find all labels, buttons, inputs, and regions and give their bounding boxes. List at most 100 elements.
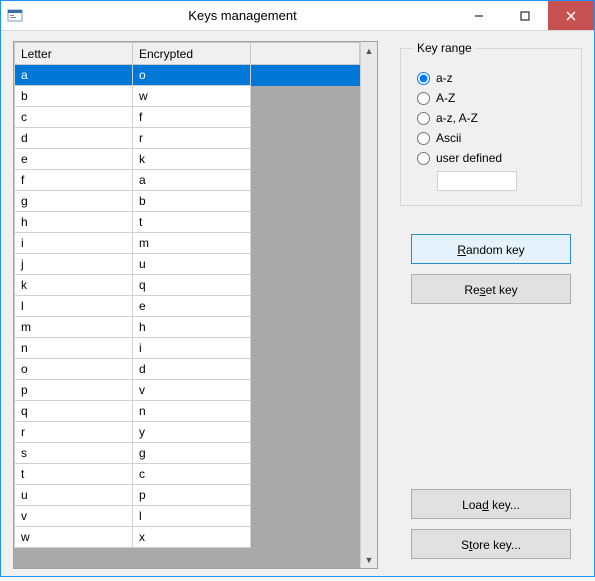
cell-letter[interactable]: k [15,275,133,296]
cell-encrypted[interactable]: n [133,401,251,422]
titlebar[interactable]: Keys management [1,1,594,31]
window-title: Keys management [29,1,456,30]
table-row[interactable]: ao [15,65,360,86]
cell-encrypted[interactable]: g [133,443,251,464]
radio-AZ-input[interactable] [417,92,430,105]
table-row[interactable]: wx [15,527,360,548]
radio-userdef[interactable]: user defined [417,151,565,165]
cell-letter[interactable]: t [15,464,133,485]
cell-letter[interactable]: r [15,422,133,443]
cell-letter[interactable]: a [15,65,133,86]
table-row[interactable]: up [15,485,360,506]
table-row[interactable]: ry [15,422,360,443]
column-header-letter[interactable]: Letter [15,43,133,65]
cell-letter[interactable]: n [15,338,133,359]
table-row[interactable]: od [15,359,360,380]
table-row[interactable]: sg [15,443,360,464]
radio-AZ[interactable]: A-Z [417,91,565,105]
cell-encrypted[interactable]: x [133,527,251,548]
cell-encrypted[interactable]: c [133,464,251,485]
cell-letter[interactable]: g [15,191,133,212]
cell-encrypted[interactable]: u [133,254,251,275]
cell-encrypted[interactable]: l [133,506,251,527]
radio-azAZ[interactable]: a-z, A-Z [417,111,565,125]
cell-letter[interactable]: i [15,233,133,254]
cell-letter[interactable]: s [15,443,133,464]
scroll-up-icon[interactable]: ▲ [361,42,377,59]
cell-letter[interactable]: l [15,296,133,317]
cell-encrypted[interactable]: d [133,359,251,380]
table-row[interactable]: le [15,296,360,317]
cell-encrypted[interactable]: e [133,296,251,317]
cell-letter[interactable]: h [15,212,133,233]
cell-letter[interactable]: c [15,107,133,128]
cell-encrypted[interactable]: r [133,128,251,149]
cell-letter[interactable]: j [15,254,133,275]
scroll-track[interactable] [361,59,377,551]
random-key-button[interactable]: Random key [411,234,571,264]
cell-encrypted[interactable]: w [133,86,251,107]
cell-encrypted[interactable]: o [133,65,251,86]
cell-encrypted[interactable]: i [133,338,251,359]
cell-letter[interactable]: v [15,506,133,527]
maximize-button[interactable] [502,1,548,30]
table-row[interactable]: gb [15,191,360,212]
cell-letter[interactable]: w [15,527,133,548]
cell-encrypted[interactable]: m [133,233,251,254]
vertical-scrollbar[interactable]: ▲ ▼ [360,42,377,568]
keyrange-group: Key range a-z A-Z a-z, A-Z Ascii [400,41,582,206]
cell-encrypted[interactable]: k [133,149,251,170]
table-row[interactable]: vl [15,506,360,527]
table-row[interactable]: ht [15,212,360,233]
cell-letter[interactable]: o [15,359,133,380]
radio-az-input[interactable] [417,72,430,85]
cell-letter[interactable]: f [15,170,133,191]
cell-letter[interactable]: p [15,380,133,401]
cell-filler [251,107,360,128]
cell-encrypted[interactable]: y [133,422,251,443]
cell-filler [251,149,360,170]
cell-encrypted[interactable]: b [133,191,251,212]
scroll-down-icon[interactable]: ▼ [361,551,377,568]
radio-azAZ-input[interactable] [417,112,430,125]
table-row[interactable]: ek [15,149,360,170]
table-row[interactable]: ju [15,254,360,275]
table-row[interactable]: kq [15,275,360,296]
cell-letter[interactable]: d [15,128,133,149]
close-button[interactable] [548,1,594,30]
radio-userdef-input[interactable] [417,152,430,165]
cell-encrypted[interactable]: v [133,380,251,401]
store-key-button[interactable]: Store key... [411,529,571,559]
table-row[interactable]: ni [15,338,360,359]
table-row[interactable]: mh [15,317,360,338]
cell-letter[interactable]: u [15,485,133,506]
table-row[interactable]: fa [15,170,360,191]
userdef-input[interactable] [437,171,517,191]
load-key-button[interactable]: Load key... [411,489,571,519]
table-row[interactable]: bw [15,86,360,107]
cell-encrypted[interactable]: q [133,275,251,296]
key-grid[interactable]: Letter Encrypted aobwcfdrekfagbhtimjukql… [13,41,378,569]
table-row[interactable]: cf [15,107,360,128]
cell-letter[interactable]: q [15,401,133,422]
cell-letter[interactable]: e [15,149,133,170]
table-row[interactable]: dr [15,128,360,149]
cell-encrypted[interactable]: f [133,107,251,128]
radio-ascii[interactable]: Ascii [417,131,565,145]
table-row[interactable]: tc [15,464,360,485]
cell-letter[interactable]: m [15,317,133,338]
reset-key-button[interactable]: Reset key [411,274,571,304]
cell-encrypted[interactable]: h [133,317,251,338]
cell-filler [251,254,360,275]
table-row[interactable]: im [15,233,360,254]
cell-encrypted[interactable]: p [133,485,251,506]
cell-encrypted[interactable]: a [133,170,251,191]
radio-az[interactable]: a-z [417,71,565,85]
table-row[interactable]: qn [15,401,360,422]
cell-letter[interactable]: b [15,86,133,107]
column-header-encrypted[interactable]: Encrypted [133,43,251,65]
radio-ascii-input[interactable] [417,132,430,145]
minimize-button[interactable] [456,1,502,30]
cell-encrypted[interactable]: t [133,212,251,233]
table-row[interactable]: pv [15,380,360,401]
